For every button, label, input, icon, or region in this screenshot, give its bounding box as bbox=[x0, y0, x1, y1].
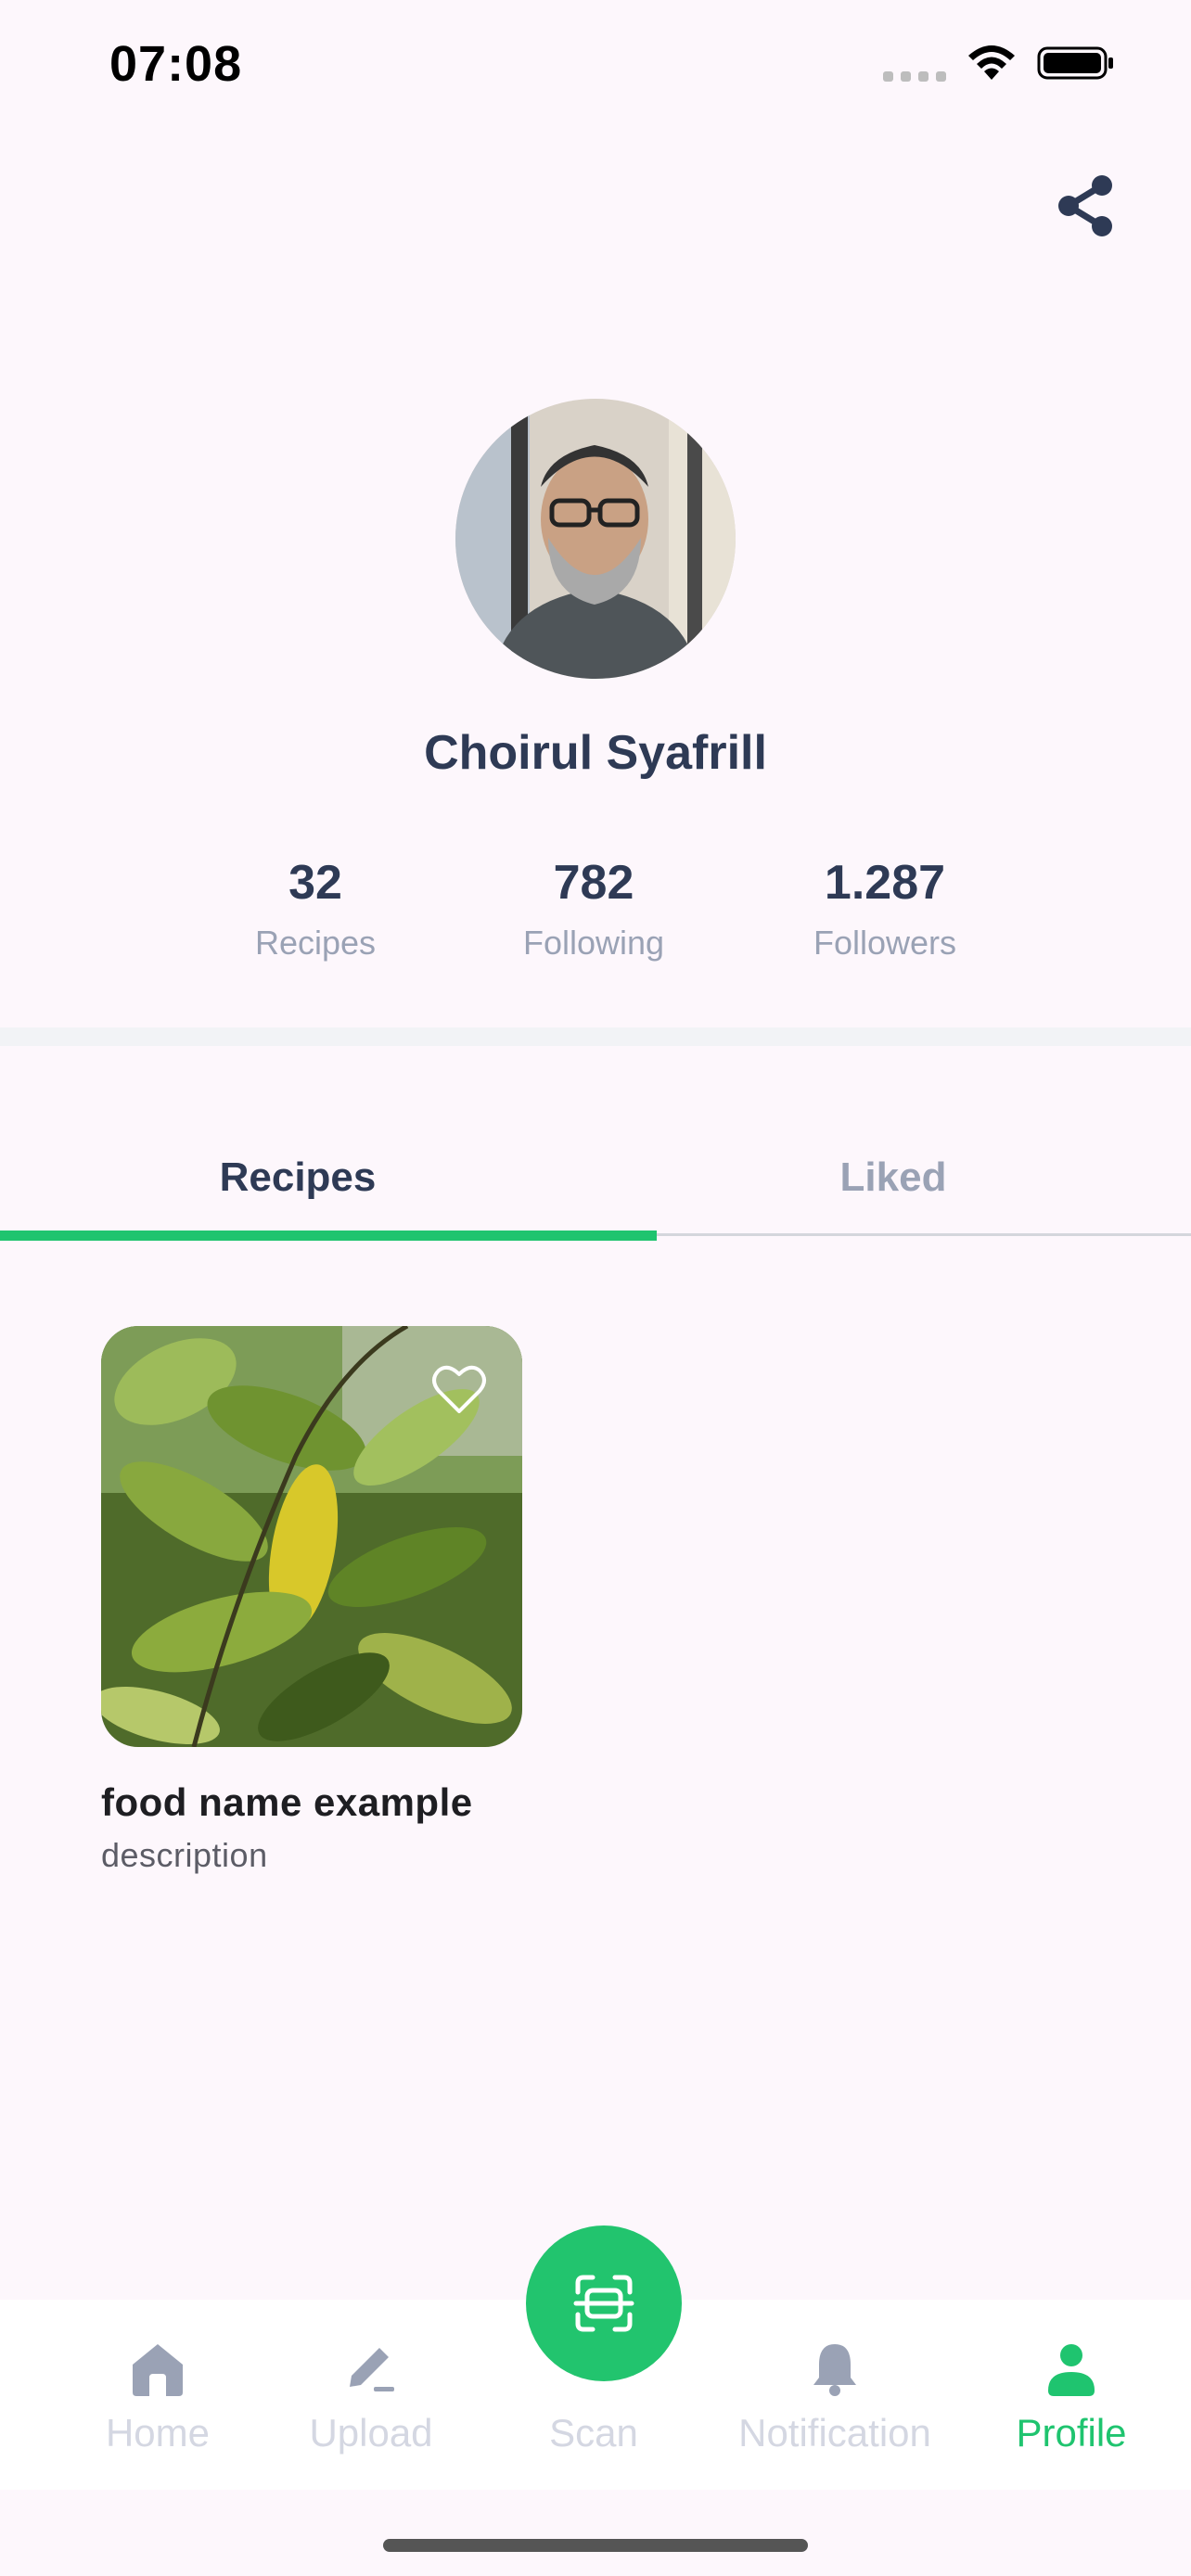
share-button[interactable] bbox=[1046, 167, 1124, 245]
scan-icon bbox=[573, 2275, 634, 2332]
profile-tabs: Recipes Liked bbox=[0, 1113, 1191, 1243]
recipe-card[interactable]: food name example description bbox=[101, 1326, 522, 1875]
recipe-description: description bbox=[101, 1836, 268, 1874]
pencil-icon bbox=[350, 2348, 394, 2391]
nav-label: Scan bbox=[549, 2411, 638, 2455]
stat-value: 782 bbox=[553, 856, 634, 910]
battery-icon bbox=[1037, 46, 1113, 80]
nav-upload[interactable]: Upload bbox=[278, 2300, 464, 2490]
nav-notification[interactable]: Notification bbox=[710, 2300, 960, 2490]
status-icons bbox=[883, 45, 1115, 82]
home-icon bbox=[133, 2344, 183, 2396]
cellular-signal-icon bbox=[883, 45, 946, 82]
stat-value: 32 bbox=[288, 856, 342, 910]
section-divider bbox=[0, 1027, 1191, 1046]
stat-recipes[interactable]: 32 Recipes bbox=[195, 853, 436, 963]
person-icon bbox=[1048, 2344, 1095, 2396]
tab-liked[interactable]: Liked bbox=[596, 1113, 1191, 1243]
stat-label: Recipes bbox=[254, 924, 377, 962]
stat-following[interactable]: 782 Following bbox=[473, 853, 714, 963]
heart-icon[interactable] bbox=[426, 1356, 493, 1422]
stat-value: 1.287 bbox=[824, 856, 946, 910]
status-time: 07:08 bbox=[109, 36, 243, 92]
nav-label: Home bbox=[105, 2411, 211, 2455]
nav-profile[interactable]: Profile bbox=[979, 2300, 1164, 2490]
active-tab-indicator bbox=[0, 1231, 657, 1241]
stat-label: Followers bbox=[813, 924, 957, 962]
avatar[interactable] bbox=[455, 399, 736, 679]
scan-button[interactable] bbox=[526, 2225, 682, 2381]
nav-label: Upload bbox=[309, 2411, 433, 2455]
stat-label: Following bbox=[522, 924, 665, 962]
wifi-icon bbox=[968, 45, 1015, 80]
recipe-image[interactable] bbox=[101, 1326, 522, 1747]
recipe-title: food name example bbox=[101, 1780, 473, 1824]
nav-home[interactable]: Home bbox=[65, 2300, 250, 2490]
home-indicator[interactable] bbox=[383, 2539, 808, 2552]
tab-recipes[interactable]: Recipes bbox=[0, 1113, 596, 1243]
nav-label: Notification bbox=[738, 2411, 931, 2455]
share-icon bbox=[1058, 175, 1112, 236]
profile-name: Choirul Syafrill bbox=[424, 726, 767, 780]
status-bar: 07:08 bbox=[0, 0, 1191, 139]
nav-label: Profile bbox=[1016, 2411, 1127, 2455]
bell-icon bbox=[813, 2344, 856, 2396]
stat-followers[interactable]: 1.287 Followers bbox=[764, 853, 1005, 963]
